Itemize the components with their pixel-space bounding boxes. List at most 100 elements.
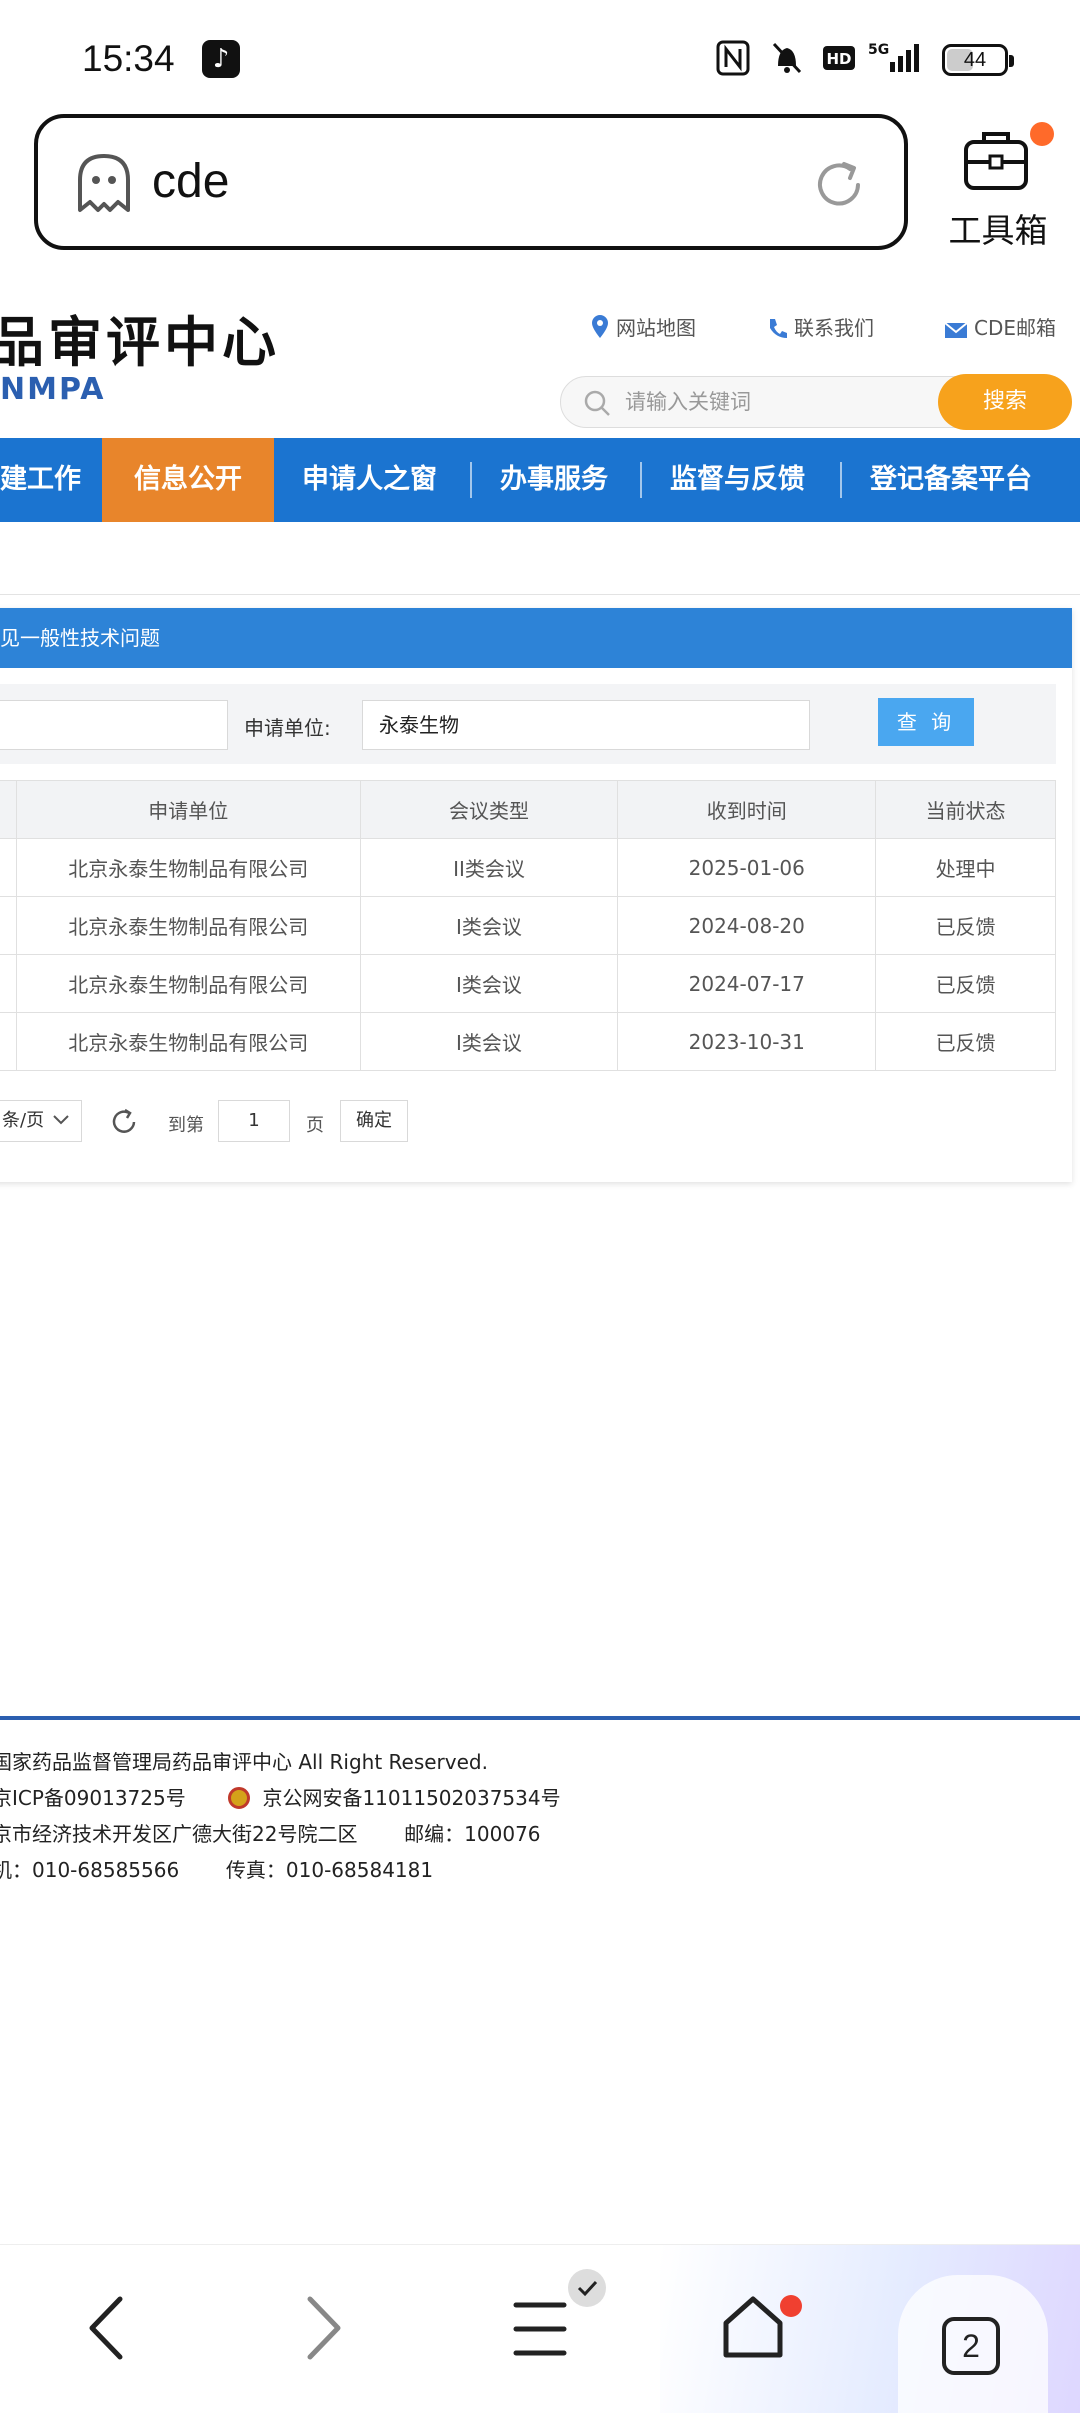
home-icon[interactable] xyxy=(720,2293,786,2359)
toolbox-icon xyxy=(964,132,1028,190)
reload-icon[interactable] xyxy=(812,158,866,212)
table-row[interactable]: 北京永泰生物制品有限公司 I类会议 2023-10-31 已反馈 xyxy=(0,1012,1056,1071)
site-subtitle: NMPA xyxy=(0,372,106,407)
table-header-row: 申请单位 会议类型 收到时间 当前状态 xyxy=(0,780,1056,839)
menu-icon[interactable] xyxy=(512,2299,568,2359)
footer-phone: 机：010-68585566 xyxy=(0,1858,180,1882)
phone-icon xyxy=(770,319,787,338)
cell-received-time: 2025-01-06 xyxy=(617,838,877,897)
cell-status: 已反馈 xyxy=(875,1012,1056,1071)
browser-address-bar[interactable]: cde xyxy=(34,114,908,250)
cell-meeting-type: I类会议 xyxy=(359,896,619,955)
cell-applicant: 北京永泰生物制品有限公司 xyxy=(15,838,361,897)
svg-text:5G: 5G xyxy=(868,42,889,58)
menu-check-badge xyxy=(568,2269,606,2307)
nav-item-registration-platform[interactable]: 登记备案平台 xyxy=(870,438,1032,522)
contact-link[interactable]: 联系我们 xyxy=(766,312,874,341)
table-row[interactable]: 北京永泰生物制品有限公司 II类会议 2025-01-06 处理中 xyxy=(0,838,1056,897)
page-number-input[interactable]: 1 xyxy=(218,1100,290,1142)
police-badge-icon xyxy=(228,1787,251,1809)
nav-separator xyxy=(470,462,472,498)
nav-separator xyxy=(840,462,842,498)
table-row[interactable]: 北京永泰生物制品有限公司 I类会议 2024-08-20 已反馈 xyxy=(0,896,1056,955)
address-text[interactable]: cde xyxy=(152,154,229,209)
toolbox-button[interactable]: 工具箱 xyxy=(938,122,1058,252)
tabs-button[interactable]: 2 xyxy=(898,2275,1048,2425)
filter-input-other[interactable] xyxy=(0,700,228,750)
check-icon xyxy=(577,2280,598,2297)
search-icon xyxy=(584,390,610,416)
panel-header: 见一般性技术问题 xyxy=(0,608,1072,668)
nav-separator xyxy=(640,462,642,498)
signal-5g-icon: 5G xyxy=(868,42,919,72)
tiktok-icon: ♪ xyxy=(202,40,240,78)
page-size-label: 条/页 xyxy=(2,1110,45,1131)
browser-bottom-nav: 2 xyxy=(0,2244,1080,2425)
tabs-count-icon: 2 xyxy=(942,2317,1000,2375)
cell-status: 已反馈 xyxy=(875,896,1056,955)
sitemap-label: 网站地图 xyxy=(616,316,696,340)
icp-link[interactable]: 京ICP备09013725号 xyxy=(0,1786,186,1810)
cell-applicant: 北京永泰生物制品有限公司 xyxy=(15,1012,361,1071)
table-row[interactable]: 北京永泰生物制品有限公司 I类会议 2024-07-17 已反馈 xyxy=(0,954,1056,1013)
applicant-filter-input[interactable]: 永泰生物 xyxy=(362,700,810,750)
cell-received-time: 2023-10-31 xyxy=(617,1012,877,1071)
cell-applicant: 北京永泰生物制品有限公司 xyxy=(15,896,361,955)
nfc-icon xyxy=(716,40,750,76)
mail-icon xyxy=(944,322,968,338)
site-search-input[interactable]: 请输入关键词 xyxy=(625,377,925,427)
main-nav: 建工作 信息公开 申请人之窗 办事服务 监督与反馈 登记备案平台 xyxy=(0,438,1080,522)
cell-status: 已反馈 xyxy=(875,954,1056,1013)
sitemap-link[interactable]: 网站地图 xyxy=(590,312,696,341)
cell-applicant: 北京永泰生物制品有限公司 xyxy=(15,954,361,1013)
police-record-link[interactable]: 京公网安备11011502037534号 xyxy=(262,1786,560,1810)
nav-item-supervision-feedback[interactable]: 监督与反馈 xyxy=(670,438,805,522)
nav-item-party-building[interactable]: 建工作 xyxy=(0,438,92,522)
header-applicant: 申请单位 xyxy=(15,780,361,839)
site-title: 品审评中心 xyxy=(0,311,280,374)
footer-address-row: 京市经济技术开发区广德大街22号院二区 邮编：100076 xyxy=(0,1818,541,1847)
site-search-button[interactable]: 搜索 xyxy=(938,374,1072,430)
battery-level: 44 xyxy=(963,49,987,71)
svg-text:HD: HD xyxy=(826,50,851,68)
footer-phone-row: 机：010-68585566 传真：010-68584181 xyxy=(0,1854,433,1883)
page-size-select[interactable]: 条/页 xyxy=(0,1100,82,1142)
nav-item-services[interactable]: 办事服务 xyxy=(500,438,608,522)
footer-address: 京市经济技术开发区广德大街22号院二区 xyxy=(0,1822,358,1846)
cell-status: 处理中 xyxy=(875,838,1056,897)
footer-postcode: 邮编：100076 xyxy=(404,1822,541,1846)
header-status: 当前状态 xyxy=(875,780,1056,839)
cell-received-time: 2024-08-20 xyxy=(617,896,877,955)
results-table: 申请单位 会议类型 收到时间 当前状态 北京永泰生物制品有限公司 II类会议 2… xyxy=(0,780,1056,1071)
notification-dot xyxy=(1030,122,1054,146)
header-meeting-type: 会议类型 xyxy=(359,780,619,839)
footer-divider xyxy=(0,1716,1080,1720)
mute-bell-icon xyxy=(772,42,802,74)
back-icon[interactable] xyxy=(86,2295,126,2361)
location-pin-icon xyxy=(592,315,608,338)
query-button[interactable]: 查 询 xyxy=(878,698,974,746)
battery-icon: 44 xyxy=(942,44,1014,76)
cell-meeting-type: II类会议 xyxy=(359,838,619,897)
cell-meeting-type: I类会议 xyxy=(359,954,619,1013)
goto-label: 到第 xyxy=(168,1115,204,1136)
footer-fax: 传真：010-68584181 xyxy=(225,1858,434,1882)
nav-item-info-disclosure[interactable]: 信息公开 xyxy=(102,438,274,522)
divider xyxy=(0,594,1080,595)
refresh-icon[interactable] xyxy=(110,1108,138,1136)
mail-label: CDE邮箱 xyxy=(974,316,1057,340)
table-header-cell-cut xyxy=(0,780,17,839)
mail-link[interactable]: CDE邮箱 xyxy=(944,312,1056,341)
filter-row: 申请单位: 永泰生物 查 询 xyxy=(0,684,1056,764)
footer-copyright: 国家药品监督管理局药品审评中心 All Right Reserved. xyxy=(0,1750,488,1774)
toolbox-label: 工具箱 xyxy=(948,211,1048,250)
query-panel: 见一般性技术问题 申请单位: 永泰生物 查 询 申请单位 会议类型 收到时间 当… xyxy=(0,608,1072,1182)
page-suffix-label: 页 xyxy=(306,1115,324,1136)
hd-icon: HD xyxy=(823,46,855,70)
confirm-button[interactable]: 确定 xyxy=(340,1100,408,1142)
header-received-time: 收到时间 xyxy=(617,780,877,839)
forward-icon[interactable] xyxy=(304,2295,344,2361)
ghost-icon xyxy=(78,154,130,212)
nav-item-applicant-window[interactable]: 申请人之窗 xyxy=(302,438,437,522)
applicant-filter-label: 申请单位: xyxy=(244,716,331,740)
